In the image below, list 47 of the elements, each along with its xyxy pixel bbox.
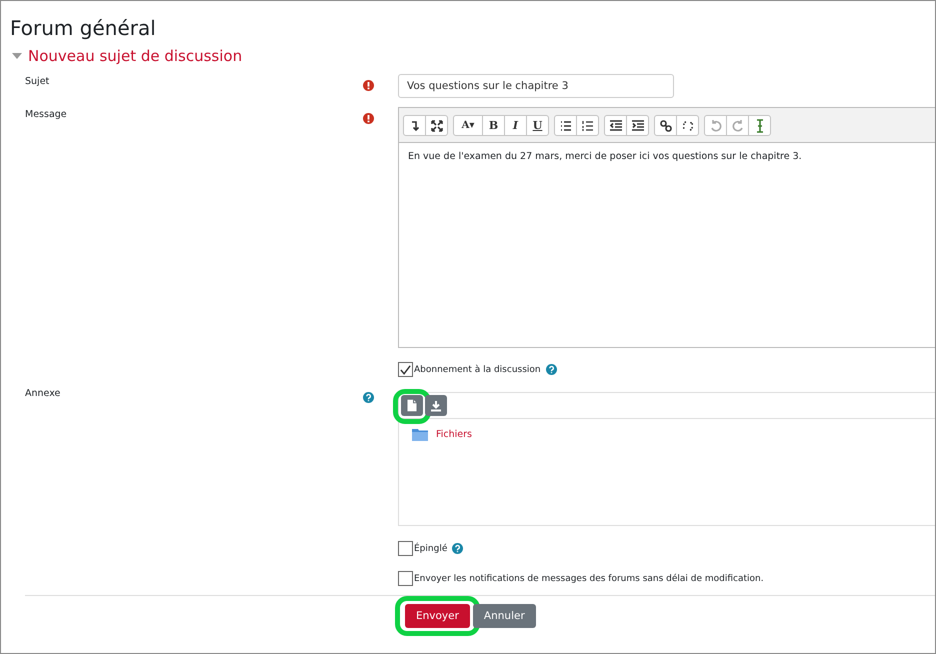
checkbox[interactable] (398, 541, 413, 556)
bullet-list-icon (558, 118, 572, 132)
fullscreen-button[interactable] (425, 115, 448, 136)
help-icon[interactable] (363, 392, 374, 403)
checkbox[interactable] (398, 362, 413, 377)
help-icon[interactable] (546, 364, 557, 375)
indent-icon (630, 118, 644, 132)
field-label: Sujet (25, 75, 50, 87)
download-icon (430, 400, 442, 412)
italic-button[interactable]: I (504, 115, 527, 136)
link-button[interactable] (654, 115, 677, 136)
outdent-button[interactable] (604, 115, 627, 136)
message-field[interactable]: En vue de l'examen du 27 mars, merci de poser ici vos questions sur le chapitre 3. (399, 143, 935, 347)
numbers-button[interactable] (576, 115, 599, 136)
expand-icon (430, 118, 444, 132)
checkbox-label[interactable]: Abonnement à la discussion (414, 364, 541, 374)
caret-icon[interactable] (12, 53, 22, 59)
add-file-button[interactable] (401, 395, 423, 416)
section-heading[interactable]: Nouveau sujet de discussion (28, 47, 242, 65)
field-label: Annexe (25, 387, 62, 399)
indent-button[interactable] (626, 115, 649, 136)
file-icon (406, 399, 418, 412)
outdent-icon (608, 118, 622, 132)
bold-button[interactable]: B (482, 115, 505, 136)
download-button[interactable] (425, 395, 447, 416)
field-label: Message (25, 108, 68, 120)
font-button[interactable]: A▾ (453, 115, 483, 136)
form-button[interactable]: Envoyer (405, 604, 470, 628)
unlink-button[interactable] (676, 115, 699, 136)
checkbox[interactable] (398, 571, 413, 586)
page-title: Forum général (10, 15, 157, 42)
checkbox-label[interactable]: Envoyer les notifications de messages des forums sans délai de modification. (414, 574, 764, 584)
cursor-button[interactable] (748, 115, 771, 136)
redo-icon (730, 118, 744, 132)
unlink-icon (680, 118, 694, 132)
collapse-button[interactable] (403, 115, 426, 136)
numbered-list-icon (580, 118, 594, 132)
form-button[interactable]: Annuler (472, 604, 536, 628)
underline-button[interactable]: U (526, 115, 549, 136)
help-icon[interactable] (452, 543, 464, 554)
undo-icon (708, 118, 722, 132)
bullets-button[interactable] (554, 115, 577, 136)
folder-icon[interactable] (412, 428, 428, 441)
link-icon (658, 118, 672, 132)
subject-field[interactable]: Vos questions sur le chapitre 3 (398, 74, 674, 98)
folder-link[interactable]: Fichiers (436, 429, 472, 440)
checkbox-label[interactable]: Épinglé (414, 544, 448, 554)
